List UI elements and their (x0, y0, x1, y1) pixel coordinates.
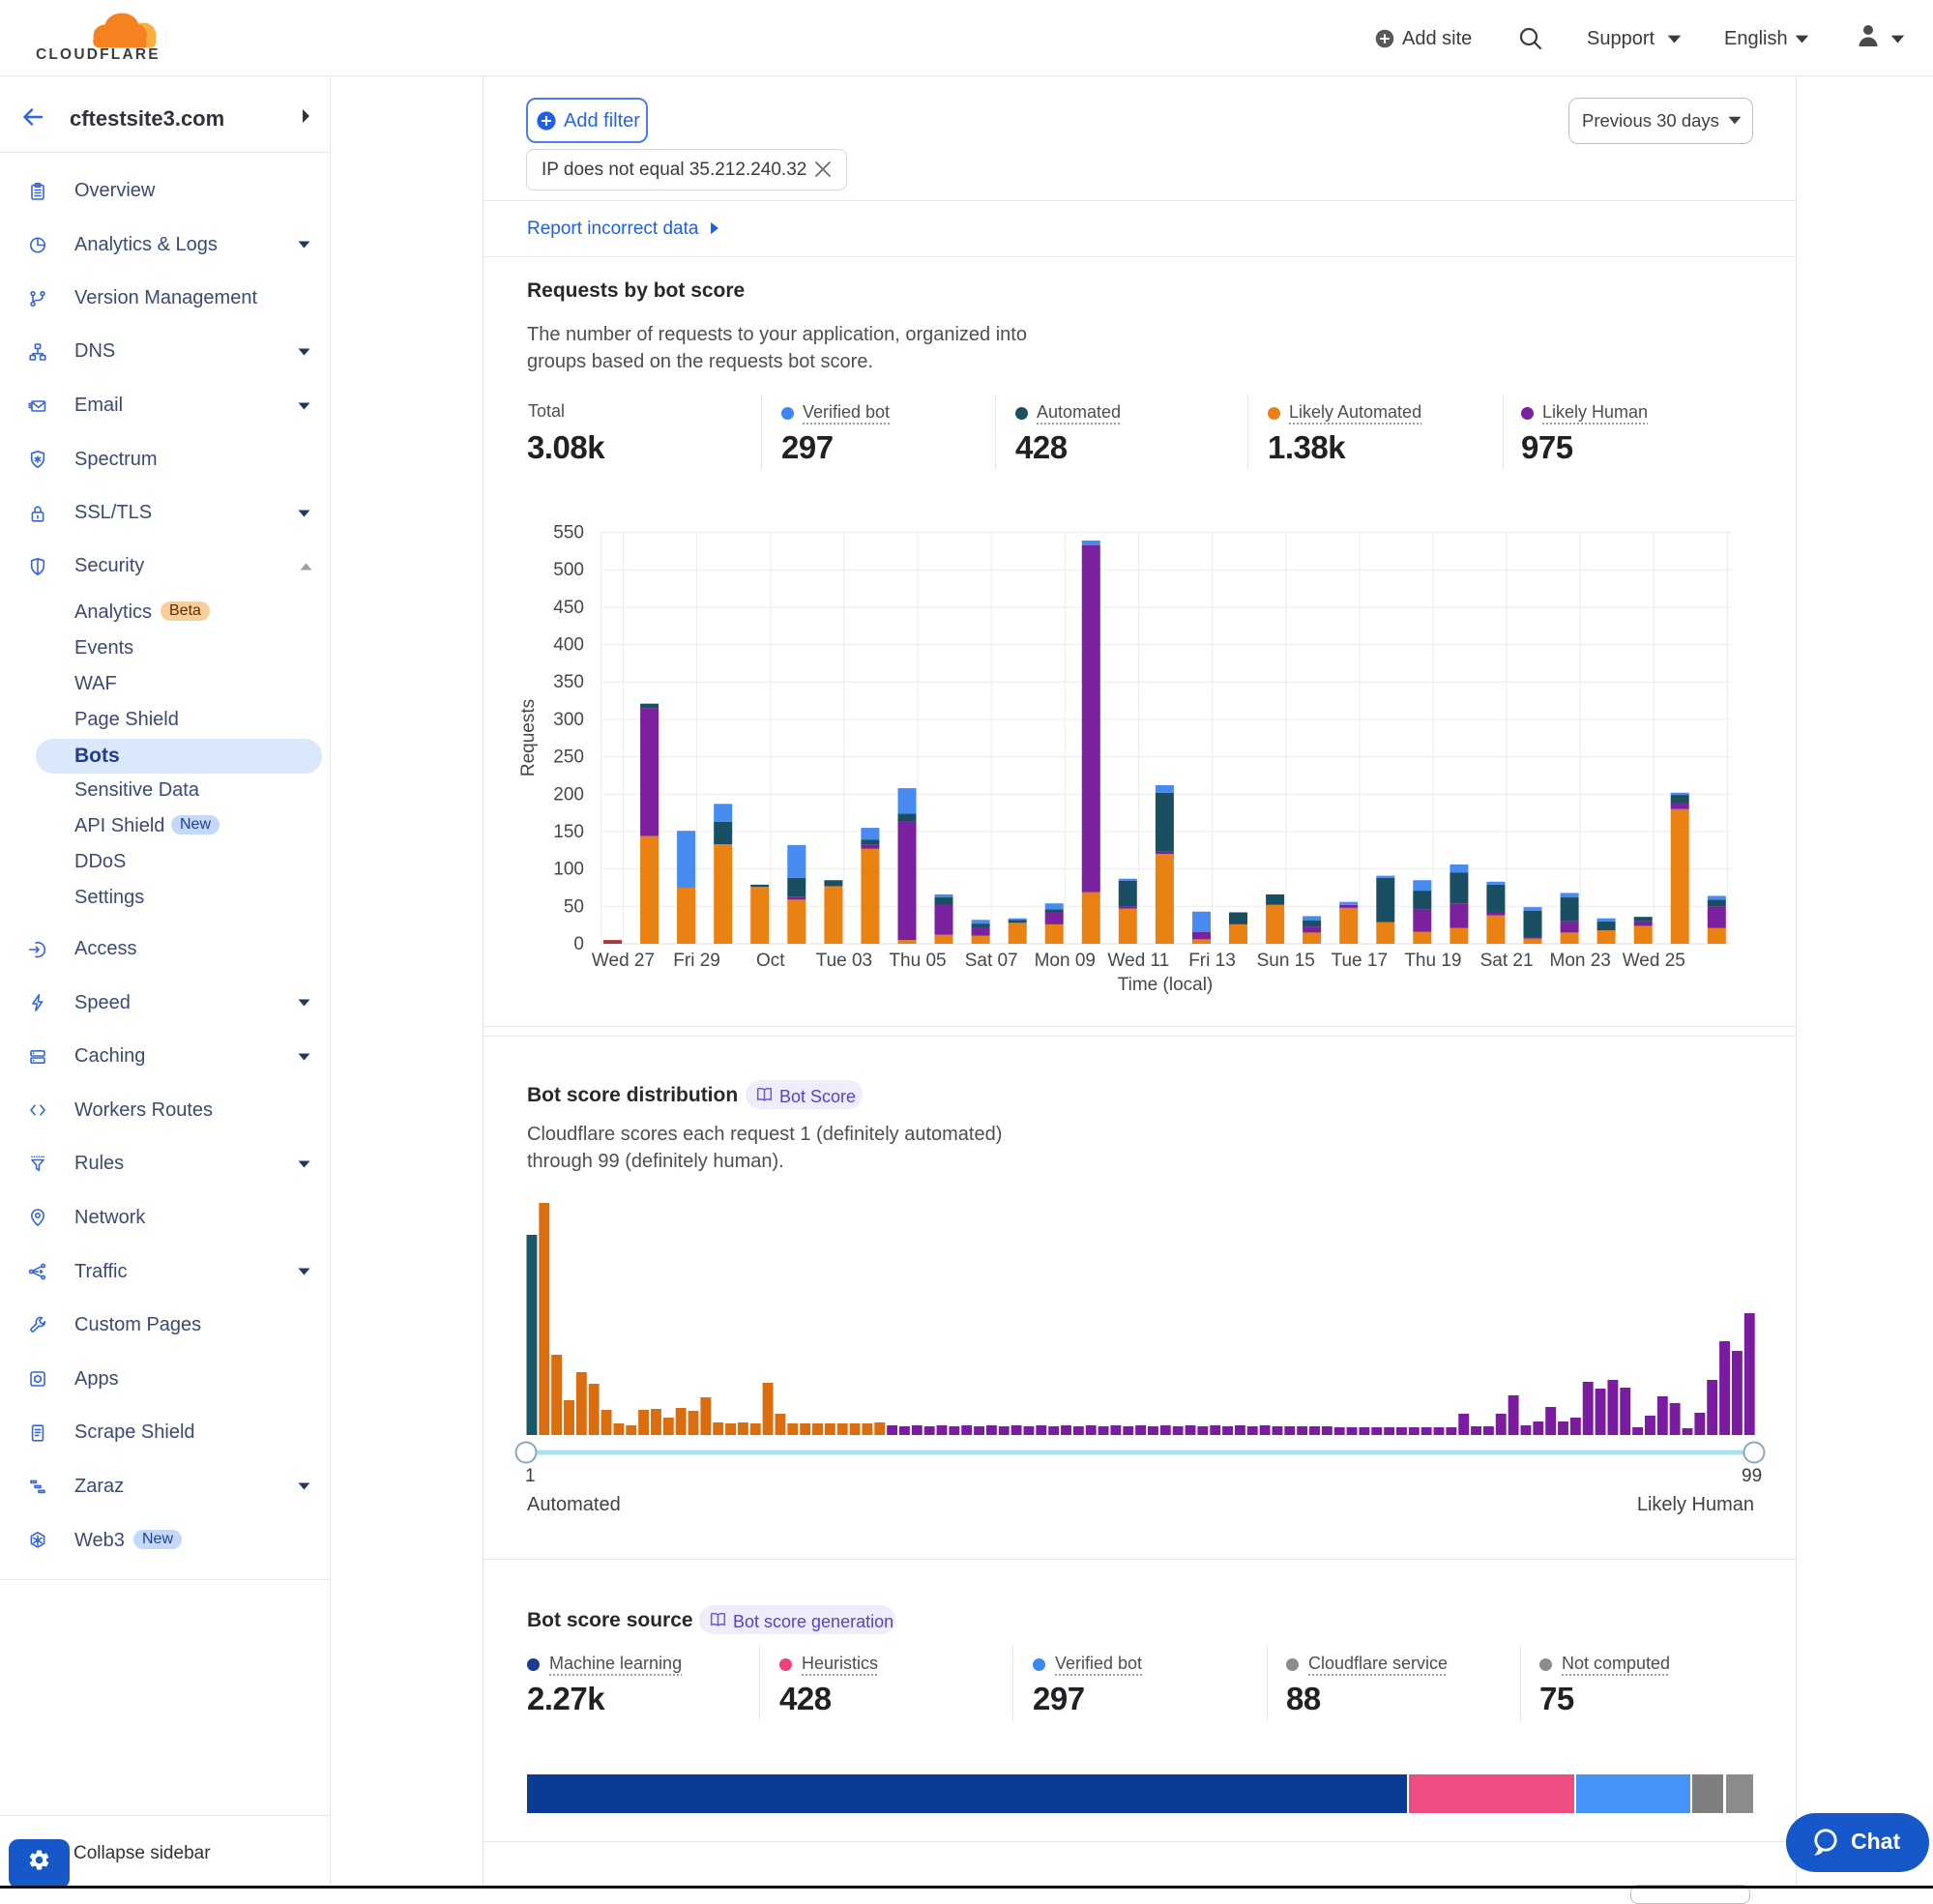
svg-text:550: 550 (553, 523, 584, 543)
svg-text:400: 400 (553, 635, 584, 656)
svg-text:50: 50 (564, 896, 584, 917)
svg-text:0: 0 (573, 934, 584, 954)
svg-text:Thu 05: Thu 05 (889, 951, 946, 971)
svg-text:Sat 07: Sat 07 (965, 951, 1018, 971)
svg-text:Fri 13: Fri 13 (1188, 951, 1236, 971)
svg-text:Sat 21: Sat 21 (1480, 951, 1534, 971)
svg-text:Tue 03: Tue 03 (816, 951, 872, 971)
svg-text:Time (local): Time (local) (1118, 975, 1214, 995)
svg-text:Wed 25: Wed 25 (1623, 951, 1685, 971)
svg-text:Oct: Oct (756, 951, 785, 971)
svg-text:Sun 15: Sun 15 (1257, 951, 1315, 971)
svg-text:150: 150 (553, 822, 584, 842)
svg-text:Fri 29: Fri 29 (673, 951, 720, 971)
svg-text:Mon 09: Mon 09 (1035, 951, 1096, 971)
svg-text:200: 200 (553, 784, 584, 805)
svg-text:Requests: Requests (518, 699, 539, 776)
svg-text:300: 300 (553, 710, 584, 730)
svg-text:250: 250 (553, 747, 584, 768)
svg-text:Thu 19: Thu 19 (1404, 951, 1461, 971)
svg-text:Tue 17: Tue 17 (1332, 951, 1388, 971)
svg-text:500: 500 (553, 560, 584, 580)
svg-text:Wed 27: Wed 27 (592, 951, 655, 971)
svg-text:350: 350 (553, 672, 584, 692)
svg-text:Mon 23: Mon 23 (1550, 951, 1611, 971)
svg-text:100: 100 (553, 860, 584, 880)
svg-text:450: 450 (553, 598, 584, 618)
svg-text:Wed 11: Wed 11 (1108, 951, 1170, 971)
